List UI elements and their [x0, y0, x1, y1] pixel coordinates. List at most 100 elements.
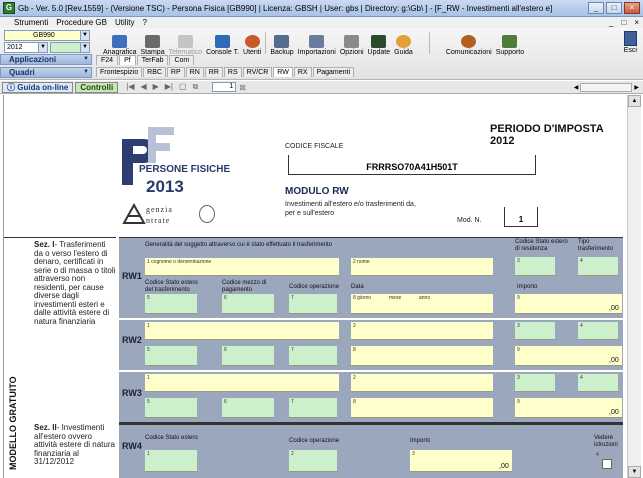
rw4-stato-field[interactable]	[145, 450, 197, 472]
tab-rv-cr[interactable]: RV/CR	[242, 67, 273, 77]
console-button[interactable]: Console T.	[204, 30, 241, 56]
rw1-mezzo-pagamento-field[interactable]	[222, 294, 274, 314]
rw4-operazione-field[interactable]	[289, 450, 337, 472]
tab-rw[interactable]: RW	[273, 67, 293, 77]
rw1-stato-trasferimento-field[interactable]	[145, 294, 197, 314]
rw2-mezzo-pagamento-field[interactable]	[222, 346, 274, 366]
last-page-icon[interactable]: ▶|	[165, 82, 173, 92]
tab-rn[interactable]: RN	[185, 67, 204, 77]
rw2-operazione-field[interactable]	[289, 346, 337, 366]
controls-button[interactable]: Controlli	[75, 81, 119, 93]
secondary-select[interactable]: ▼	[50, 42, 90, 53]
chevron-down-icon: ▼	[83, 56, 89, 62]
first-page-icon[interactable]: |◀	[126, 82, 134, 92]
close-button[interactable]: ×	[624, 2, 640, 14]
rw1-stato-residenza-field[interactable]	[515, 257, 555, 276]
window-titlebar: G Gb - Ver. 5.0 [Rev.1559] - (Versione T…	[0, 0, 643, 17]
rw2-nome-field[interactable]	[351, 322, 493, 340]
tab-frontespizio[interactable]: Frontespizio	[96, 67, 143, 77]
rw3-tipo-field[interactable]	[578, 374, 618, 392]
menu-strumenti[interactable]: Strumenti	[0, 18, 52, 27]
republic-emblem-icon	[199, 205, 215, 223]
tab-rr[interactable]: RR	[204, 67, 223, 77]
rw3-nome-field[interactable]	[351, 374, 493, 392]
model-select[interactable]: GB990 ▼	[4, 30, 90, 41]
guida-button[interactable]: Guida	[392, 30, 415, 56]
rw3-stato-trasferimento-field[interactable]	[145, 398, 197, 418]
menu-procedure-gb[interactable]: Procedure GB	[52, 18, 111, 27]
scroll-right-icon[interactable]: ▶	[634, 84, 639, 91]
exit-button[interactable]: Esci	[624, 31, 637, 54]
tab-rp[interactable]: RP	[166, 67, 185, 77]
applicazioni-dropdown[interactable]: Applicazioni ▼	[0, 54, 92, 65]
row-tag-rw1: RW1	[122, 271, 142, 281]
page-number-input[interactable]: 1	[212, 82, 237, 92]
menu-utility[interactable]: Utility	[111, 18, 139, 27]
rw1-nome-field[interactable]	[351, 258, 493, 276]
rw2-stato-residenza-field[interactable]	[515, 322, 555, 340]
tab-rs[interactable]: RS	[223, 67, 242, 77]
mod-n-label: Mod. N.	[457, 217, 482, 224]
navigation-bar: ⓘ Guida on-line Controlli |◀ ◀ ▶ ▶| ▢ ⧉ …	[0, 81, 643, 94]
maximize-button[interactable]: □	[606, 2, 622, 14]
utenti-button[interactable]: Utenti	[241, 30, 263, 56]
rw3-stato-residenza-field[interactable]	[515, 374, 555, 392]
tab-rx[interactable]: RX	[293, 67, 312, 77]
rw3-cognome-field[interactable]	[145, 374, 339, 392]
rw1-importo-field[interactable]	[515, 294, 622, 314]
chevron-down-icon: ▼	[38, 43, 47, 52]
telematico-button[interactable]: Telematico	[167, 30, 204, 56]
vertical-modello-gratuito: MODELLO GRATUITO	[8, 376, 18, 470]
mdi-minimize-button[interactable]: _	[605, 18, 617, 27]
mdi-close-button[interactable]: ×	[630, 18, 643, 27]
guide-online-button[interactable]: ⓘ Guida on-line	[2, 81, 74, 93]
tab-pf[interactable]: Pf	[119, 55, 136, 65]
rw3-operazione-field[interactable]	[289, 398, 337, 418]
vertical-scrollbar[interactable]: ▲ ▼	[627, 95, 641, 478]
anagrafica-button[interactable]: Anagrafica	[101, 30, 138, 56]
year-select[interactable]: 2012 ▼	[4, 42, 48, 53]
stampa-button[interactable]: Stampa	[138, 30, 166, 56]
rw3-importo-field[interactable]	[515, 398, 622, 418]
rw4-importo-field[interactable]	[410, 450, 512, 472]
rw1-operazione-field[interactable]	[289, 294, 337, 314]
update-button[interactable]: Update	[366, 30, 393, 56]
rw3-mezzo-pagamento-field[interactable]	[222, 398, 274, 418]
rw2-importo-field[interactable]	[515, 346, 622, 366]
minimize-button[interactable]: _	[588, 2, 604, 14]
rw4-vedere-istruzioni-checkbox[interactable]	[602, 459, 612, 469]
importazioni-button[interactable]: Importazioni	[296, 30, 338, 56]
logo-persone-fisiche: PERSONE FISICHE	[139, 164, 231, 175]
tab-com[interactable]: Com	[169, 55, 195, 65]
new-page-icon[interactable]: ▢	[179, 82, 187, 92]
mdi-restore-button[interactable]: □	[617, 18, 630, 27]
chevron-down-icon: ▼	[80, 43, 89, 52]
codice-fiscale-label: CODICE FISCALE	[285, 143, 344, 150]
horizontal-scrollbar[interactable]: ◀ ▶	[574, 82, 639, 92]
import-icon	[309, 35, 325, 48]
prev-page-icon[interactable]: ◀	[140, 82, 146, 92]
supporto-button[interactable]: Supporto	[494, 30, 526, 56]
scroll-left-icon[interactable]: ◀	[574, 84, 579, 91]
rw2-data-field[interactable]	[351, 346, 493, 366]
menu-help[interactable]: ?	[139, 18, 151, 27]
tab-pagamenti[interactable]: Pagamenti	[312, 67, 355, 77]
rw3-data-field[interactable]	[351, 398, 493, 418]
scroll-down-icon[interactable]: ▼	[628, 466, 641, 478]
rw2-cognome-field[interactable]	[145, 322, 339, 340]
rw2-tipo-field[interactable]	[578, 322, 618, 340]
year-select-value: 2012	[7, 44, 23, 51]
tab-terfab[interactable]: TerFab	[136, 55, 169, 65]
tab-f24[interactable]: F24	[96, 55, 119, 65]
quadri-dropdown[interactable]: Quadri ▼	[0, 67, 92, 78]
rw2-stato-trasferimento-field[interactable]	[145, 346, 197, 366]
opzioni-button[interactable]: Opzioni	[338, 30, 366, 56]
delete-page-icon[interactable]: ⊠	[239, 83, 246, 92]
scroll-up-icon[interactable]: ▲	[628, 95, 641, 107]
backup-button[interactable]: Backup	[268, 30, 295, 56]
copy-page-icon[interactable]: ⧉	[193, 82, 199, 92]
comunicazioni-button[interactable]: Comunicazioni	[444, 30, 494, 56]
rw1-tipo-field[interactable]	[578, 257, 618, 276]
tab-rbc[interactable]: RBC	[143, 67, 166, 77]
next-page-icon[interactable]: ▶	[153, 82, 159, 92]
